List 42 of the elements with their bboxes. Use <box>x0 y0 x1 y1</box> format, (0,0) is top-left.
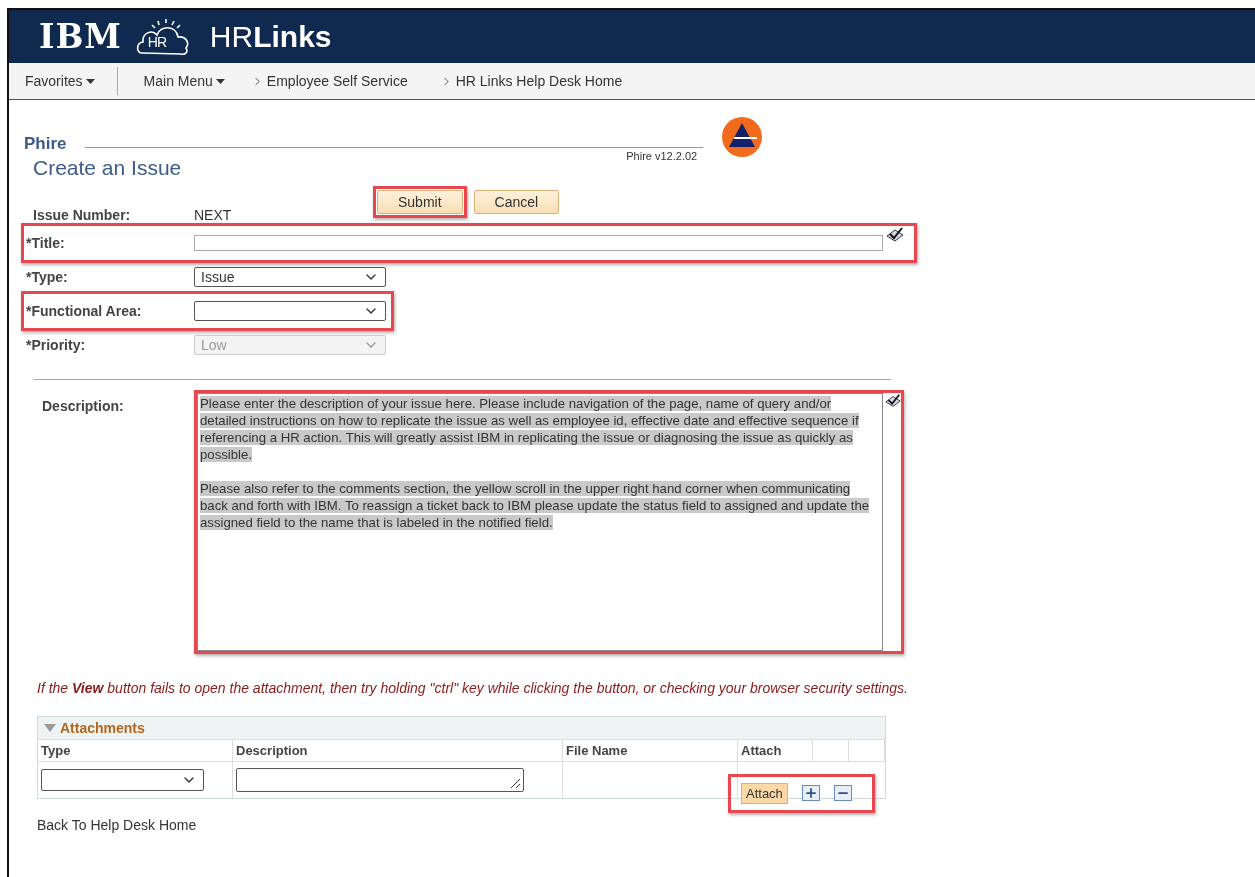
nav-menu[interactable]: Main Menu <box>143 73 225 89</box>
breadcrumb-link[interactable]: Employee Self Service <box>250 73 408 89</box>
dropdown-field[interactable] <box>41 769 204 791</box>
field-label: Issue Number: <box>32 207 132 223</box>
triangle-logo-icon <box>720 116 763 158</box>
add-row-button[interactable] <box>801 785 820 801</box>
section-title: Phire <box>24 134 67 154</box>
field-value: NEXT <box>194 207 233 223</box>
notice-text: If the View button fails to open the attachment, then try holding "ctrl" key while clicking the button, or checking your browser security settings. <box>37 680 909 696</box>
attach-button[interactable]: Attach <box>741 782 788 804</box>
resize-handle-icon[interactable] <box>509 777 521 789</box>
remove-row-button[interactable] <box>833 785 852 801</box>
dropdown-field[interactable] <box>194 301 386 321</box>
app-name: HRLinks <box>209 21 332 52</box>
spell-check-icon[interactable] <box>885 226 905 244</box>
text-field[interactable] <box>194 235 883 251</box>
spell-check-icon[interactable] <box>884 392 902 410</box>
column-header: Attach <box>738 739 813 761</box>
version-label: Phire v12.2.02 <box>626 150 698 162</box>
description-input[interactable] <box>236 768 524 792</box>
dropdown-field[interactable]: Issue <box>194 267 386 287</box>
field-label: *Type: <box>25 269 69 285</box>
cloud-label: HR <box>147 34 167 49</box>
field-label: *Functional Area: <box>25 303 143 319</box>
page-title: Create an Issue <box>33 156 182 180</box>
column-header: Description <box>233 739 563 761</box>
nav-menu[interactable]: Favorites <box>25 73 95 89</box>
column-header: File Name <box>563 739 738 761</box>
caret-icon <box>215 78 225 84</box>
plus-icon <box>803 786 818 800</box>
attachments-title: Attachments <box>60 720 145 736</box>
form-button[interactable]: Submit <box>377 190 463 214</box>
column-header: Type <box>38 739 233 761</box>
back-link[interactable]: Back To Help Desk Home <box>37 817 197 833</box>
field-label: Description: <box>41 398 125 414</box>
collapse-triangle-icon[interactable] <box>44 723 56 733</box>
field-label: *Priority: <box>25 337 87 353</box>
caret-icon <box>85 78 95 84</box>
breadcrumb-link[interactable]: HR Links Help Desk Home <box>439 73 623 89</box>
field-label: *Title: <box>25 235 66 251</box>
form-button[interactable]: Cancel <box>473 190 560 214</box>
brand-logo: IBM <box>39 20 122 53</box>
